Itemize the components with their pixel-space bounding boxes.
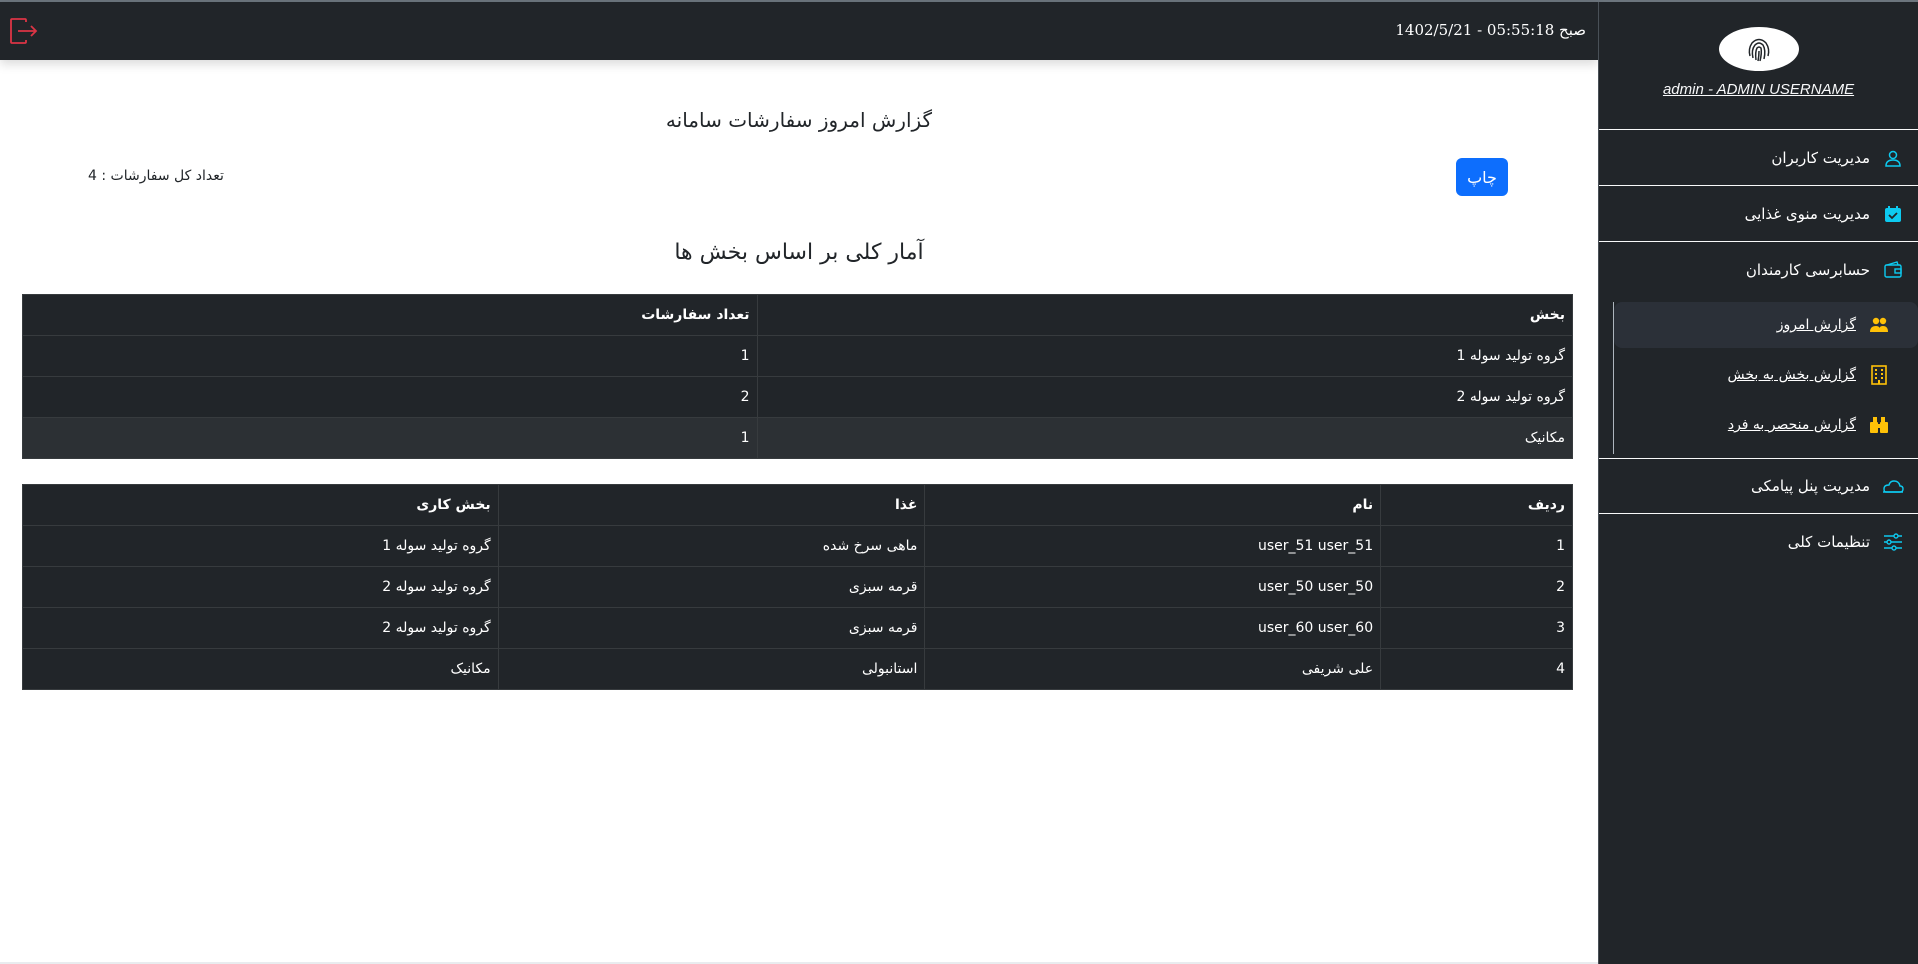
submenu-item-label: گزارش امروز	[1776, 317, 1856, 333]
sidebar-item-general-settings[interactable]: تنظیمات کلی	[1599, 514, 1918, 570]
column-header-department: بخش	[756, 294, 1574, 336]
row-number-cell: 1	[1380, 525, 1573, 567]
food-cell: استانبولی	[497, 648, 926, 690]
table-row: مکانیک 1	[22, 417, 1574, 459]
submenu-item-label: گزارش بخش به بخش	[1727, 367, 1856, 383]
department-cell: گروه تولید سوله 1	[756, 335, 1574, 377]
column-header-name: نام	[924, 484, 1382, 526]
submenu-item-individual-report[interactable]: گزارش منحصر به فرد	[1614, 402, 1918, 448]
logout-icon[interactable]	[9, 17, 39, 45]
user-icon	[1882, 147, 1904, 169]
print-button[interactable]: چاپ	[1456, 158, 1508, 196]
row-number-cell: 4	[1380, 648, 1573, 690]
food-cell: قرمه سبزی	[497, 607, 926, 649]
row-number-cell: 3	[1380, 607, 1573, 649]
name-cell: علی شریفی	[924, 648, 1382, 690]
app-root: صبح 05:55:18 - 1402/5/21 گزارش امروز سفا…	[0, 0, 1918, 964]
table-row: گروه تولید سوله 1 1	[22, 335, 1574, 377]
sidebar-item-sms-panel[interactable]: مدیریت پنل پیامکی	[1599, 458, 1918, 514]
work-section-cell: گروه تولید سوله 2	[22, 566, 499, 608]
department-cell: مکانیک	[756, 417, 1574, 459]
datetime-display: صبح 05:55:18 - 1402/5/21	[1395, 21, 1586, 39]
building-icon	[1868, 364, 1890, 386]
sidebar-item-label: تنظیمات کلی	[1787, 533, 1870, 551]
table-row: 2 user_50 user_50 قرمه سبزی گروه تولید س…	[22, 566, 1573, 608]
name-text: user_60 user_60	[1257, 620, 1374, 636]
column-header-food: غذا	[497, 484, 926, 526]
department-cell: گروه تولید سوله 2	[756, 376, 1574, 418]
binoculars-icon	[1868, 414, 1890, 436]
top-bar: صبح 05:55:18 - 1402/5/21	[0, 2, 1598, 60]
calendar-check-icon	[1882, 203, 1904, 225]
name-cell: user_50 user_50	[924, 566, 1382, 608]
work-section-cell: گروه تولید سوله 2	[22, 607, 499, 649]
table-header-row: ردیف نام غذا بخش کاری	[22, 484, 1573, 526]
name-text: user_50 user_50	[1257, 579, 1374, 595]
fingerprint-icon	[1718, 27, 1799, 71]
table-row: گروه تولید سوله 2 2	[22, 376, 1574, 418]
page-title: گزارش امروز سفارشات سامانه	[665, 108, 933, 132]
column-header-order-count: تعداد سفارشات	[22, 294, 758, 336]
name-cell: user_60 user_60	[924, 607, 1382, 649]
row-number-cell: 2	[1380, 566, 1573, 608]
users-icon	[1868, 314, 1890, 336]
sidebar-item-label: مدیریت پنل پیامکی	[1751, 477, 1870, 495]
cloud-icon	[1882, 475, 1904, 497]
submenu-item-today-report[interactable]: گزارش امروز	[1614, 302, 1918, 348]
department-summary-table: بخش تعداد سفارشات گروه تولید سوله 1 1 گر…	[22, 294, 1574, 459]
audit-submenu: گزارش امروز گزارش بخش به بخش گزارش منحصر…	[1613, 302, 1918, 454]
sidebar-item-food-menu[interactable]: مدیریت منوی غذایی	[1599, 186, 1918, 242]
wallet-icon	[1882, 259, 1904, 281]
sidebar-item-label: مدیریت منوی غذایی	[1744, 204, 1870, 223]
column-header-work-section: بخش کاری	[22, 484, 499, 526]
order-count-cell: 2	[22, 376, 758, 418]
sidebar-item-employee-audit[interactable]: حسابرسی کارمندان	[1599, 242, 1918, 298]
submenu-item-label: گزارش منحصر به فرد	[1727, 417, 1856, 433]
sidebar-item-label: حسابرسی کارمندان	[1745, 261, 1870, 279]
submenu-item-section-report[interactable]: گزارش بخش به بخش	[1614, 352, 1918, 398]
food-cell: ماهی سرخ شده	[497, 525, 926, 567]
table-row: 4 علی شریفی استانبولی مکانیک	[22, 648, 1573, 690]
orders-table: ردیف نام غذا بخش کاری 1 user_51 user_51 …	[22, 484, 1573, 690]
sidebar-item-user-management[interactable]: مدیریت کاربران	[1599, 130, 1918, 186]
food-cell: قرمه سبزی	[497, 566, 926, 608]
username-link[interactable]: admin - ADMIN USERNAME	[1663, 81, 1854, 98]
name-text: user_51 user_51	[1257, 538, 1374, 554]
sliders-icon	[1882, 531, 1904, 553]
profile-section: admin - ADMIN USERNAME	[1599, 2, 1918, 130]
work-section-cell: مکانیک	[22, 648, 499, 690]
main-area: صبح 05:55:18 - 1402/5/21 گزارش امروز سفا…	[0, 0, 1598, 964]
column-header-row-number: ردیف	[1380, 484, 1573, 526]
sidebar: admin - ADMIN USERNAME مدیریت کاربران مد…	[1598, 2, 1918, 964]
order-count-cell: 1	[22, 417, 758, 459]
table-row: 3 user_60 user_60 قرمه سبزی گروه تولید س…	[22, 607, 1573, 649]
total-orders-label: تعداد کل سفارشات : 4	[88, 168, 224, 184]
section-title: آمار کلی بر اساس بخش ها	[674, 240, 924, 265]
table-header-row: بخش تعداد سفارشات	[22, 294, 1574, 336]
order-count-cell: 1	[22, 335, 758, 377]
sidebar-item-label: مدیریت کاربران	[1771, 148, 1870, 167]
table-row: 1 user_51 user_51 ماهی سرخ شده گروه تولی…	[22, 525, 1573, 567]
name-cell: user_51 user_51	[924, 525, 1382, 567]
work-section-cell: گروه تولید سوله 1	[22, 525, 499, 567]
